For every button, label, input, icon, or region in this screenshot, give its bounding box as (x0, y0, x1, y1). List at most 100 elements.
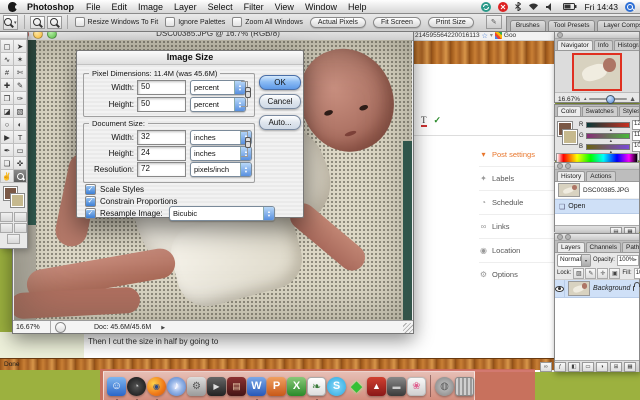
history-palette[interactable]: History Actions DSC00385.JPG ❏ Open ▤ ▦ (554, 162, 640, 237)
color-palette[interactable]: ColorSwatchesStyles R▲121G▲112B▲101 (554, 104, 640, 163)
dock-item-hard-drive[interactable]: ▬ (387, 376, 406, 396)
dock-item-itunes[interactable]: ♪ (167, 376, 186, 396)
lock-transparency-icon[interactable]: ▨ (573, 267, 585, 279)
zoom-slider[interactable] (588, 95, 628, 104)
sidebar-item-options[interactable]: ⚙ Options (479, 262, 555, 286)
channel-value[interactable]: 101 (632, 141, 640, 152)
dock-item-front-row[interactable]: ▶ (207, 376, 226, 396)
option-checkbox-zoom-all-windows[interactable]: Zoom All Windows (232, 17, 303, 27)
fill-field[interactable]: 100% (633, 267, 640, 279)
cancel-button[interactable]: Cancel (259, 94, 301, 109)
new-layer-icon[interactable]: ⊞ (610, 361, 622, 372)
tool-brush[interactable]: ✎ (14, 79, 26, 91)
imageready-button[interactable] (7, 234, 20, 244)
tab-channels[interactable]: Channels (585, 242, 621, 252)
delete-layer-icon[interactable]: ▦ (624, 361, 636, 372)
tab-layers[interactable]: Layers (557, 242, 585, 252)
palette-close-icon[interactable] (557, 32, 563, 38)
zoom-level-field[interactable]: 16.67% (13, 321, 51, 333)
option-checkbox-ignore-palettes[interactable]: Ignore Palettes (165, 17, 225, 27)
lock-all-icon[interactable]: ▣ (609, 267, 621, 279)
sidebar-item-labels[interactable]: ✦ Labels (479, 166, 555, 190)
menu-layer[interactable]: Layer (174, 2, 197, 12)
tool-path-selection[interactable]: ▶ (1, 131, 13, 143)
image-size-dialog[interactable]: Image Size Pixel Dimensions: 11.4M (was … (76, 50, 304, 221)
sync-menu-icon[interactable] (481, 1, 492, 12)
dock-item-dashboard[interactable]: ◔ (127, 376, 146, 400)
tool-gradient[interactable]: ▧ (14, 105, 26, 117)
app-menu[interactable]: Photoshop (27, 2, 74, 12)
wifi-icon[interactable] (528, 2, 539, 11)
zoom-slider-thumb[interactable] (605, 95, 615, 104)
status-menu-icon[interactable] (55, 321, 66, 333)
dock-item-trash[interactable] (455, 376, 474, 396)
actual-pixels-button[interactable]: Actual Pixels (309, 16, 366, 28)
dock-item-word[interactable]: W (247, 376, 266, 400)
screen-mode-button[interactable] (0, 223, 13, 233)
checkbox-box[interactable] (232, 17, 243, 27)
quick-mask-button[interactable] (14, 212, 27, 222)
palette-well-tab-layer-comps[interactable]: Layer Comps (597, 20, 640, 31)
dock-item-firefox[interactable]: ◉ (147, 376, 166, 400)
tool-palette-header[interactable] (0, 32, 27, 39)
tab-swatches[interactable]: Swatches (581, 106, 618, 116)
dock-item-sims[interactable]: ◆ (347, 377, 366, 396)
menu-image[interactable]: Image (138, 2, 163, 12)
menu-file[interactable]: File (86, 2, 101, 12)
spellcheck-icon[interactable]: ✓ (434, 115, 442, 127)
menu-view[interactable]: View (275, 2, 294, 12)
tool-notes[interactable]: ❏ (1, 157, 13, 169)
adjustment-layer-icon[interactable]: ◑ (596, 361, 608, 372)
option-checkbox-resize-windows-to-fit[interactable]: Resize Windows To Fit (74, 17, 158, 27)
palette-title-bar[interactable] (555, 163, 639, 170)
menu-filter[interactable]: Filter (244, 2, 264, 12)
caret-down-icon[interactable] (490, 32, 493, 39)
palette-collapse-icon[interactable] (565, 163, 571, 169)
sidebar-item-schedule[interactable]: ◔ Schedule (479, 190, 555, 214)
navigator-palette[interactable]: NavigatorInfoHistogram 16.67% ▴ ▲ (554, 31, 640, 104)
dock-item-system-preferences[interactable]: ⚙ (187, 376, 206, 396)
browser-url-bar[interactable]: 214595564220016113 Goo (413, 31, 555, 41)
fit-screen-button[interactable]: Fit Screen (372, 16, 421, 28)
pixel-height-unit-dropdown[interactable]: percent (190, 97, 246, 112)
screen-mode-menu-button[interactable] (14, 223, 27, 233)
channel-value[interactable]: 121 (632, 119, 640, 130)
bluetooth-icon[interactable] (515, 2, 522, 11)
constrain-proportions-checkbox[interactable] (85, 196, 96, 207)
palette-close-icon[interactable] (557, 163, 563, 169)
dock-item-excel[interactable]: X (287, 376, 306, 396)
tab-histogram[interactable]: Histogram (613, 40, 639, 50)
tool-move[interactable]: ➤ (14, 40, 26, 52)
layer-style-icon[interactable]: ƒ (554, 361, 566, 372)
dock-item-iphoto[interactable]: ❀ (407, 376, 426, 396)
dock-item-stack[interactable]: ◍ (435, 376, 454, 396)
dock-item-photoshop[interactable]: ❧ (307, 376, 326, 400)
menu-edit[interactable]: Edit (112, 2, 128, 12)
link-layers-icon[interactable]: ∞ (540, 361, 552, 372)
tool-clone-stamp[interactable]: ❐ (1, 92, 13, 104)
resolution-input[interactable]: 72 (137, 162, 186, 177)
bookmark-star-icon[interactable] (482, 32, 488, 40)
dock-item-photo-booth[interactable]: ▤ (227, 376, 246, 396)
navigator-zoom-field[interactable]: 16.67% (558, 96, 582, 103)
tab-navigator[interactable]: Navigator (557, 40, 593, 50)
sidebar-item-post-settings[interactable]: ▾ Post settings (479, 143, 555, 166)
checkbox-box[interactable] (165, 17, 176, 27)
navigator-thumbnail[interactable] (572, 52, 622, 91)
scale-styles-checkbox[interactable] (85, 184, 96, 195)
channel-value[interactable]: 112 (632, 130, 640, 141)
background-color-swatch[interactable] (563, 130, 577, 144)
tool-eraser[interactable]: ◪ (1, 105, 13, 117)
menu-help[interactable]: Help (348, 2, 367, 12)
spotlight-icon[interactable] (625, 1, 635, 12)
background-color-swatch[interactable] (11, 194, 24, 207)
channel-slider[interactable]: ▲ (586, 121, 630, 132)
lock-image-icon[interactable]: ✎ (585, 267, 597, 279)
tab-history[interactable]: History (557, 171, 586, 181)
tool-type[interactable]: T (14, 131, 26, 143)
tab-info[interactable]: Info (593, 40, 613, 50)
zoom-in-mode-button[interactable] (29, 15, 45, 29)
channel-slider[interactable]: ▲ (586, 143, 630, 154)
dock-item-adobe-reader[interactable]: ▲ (367, 376, 386, 396)
tool-crop[interactable]: # (1, 66, 13, 78)
